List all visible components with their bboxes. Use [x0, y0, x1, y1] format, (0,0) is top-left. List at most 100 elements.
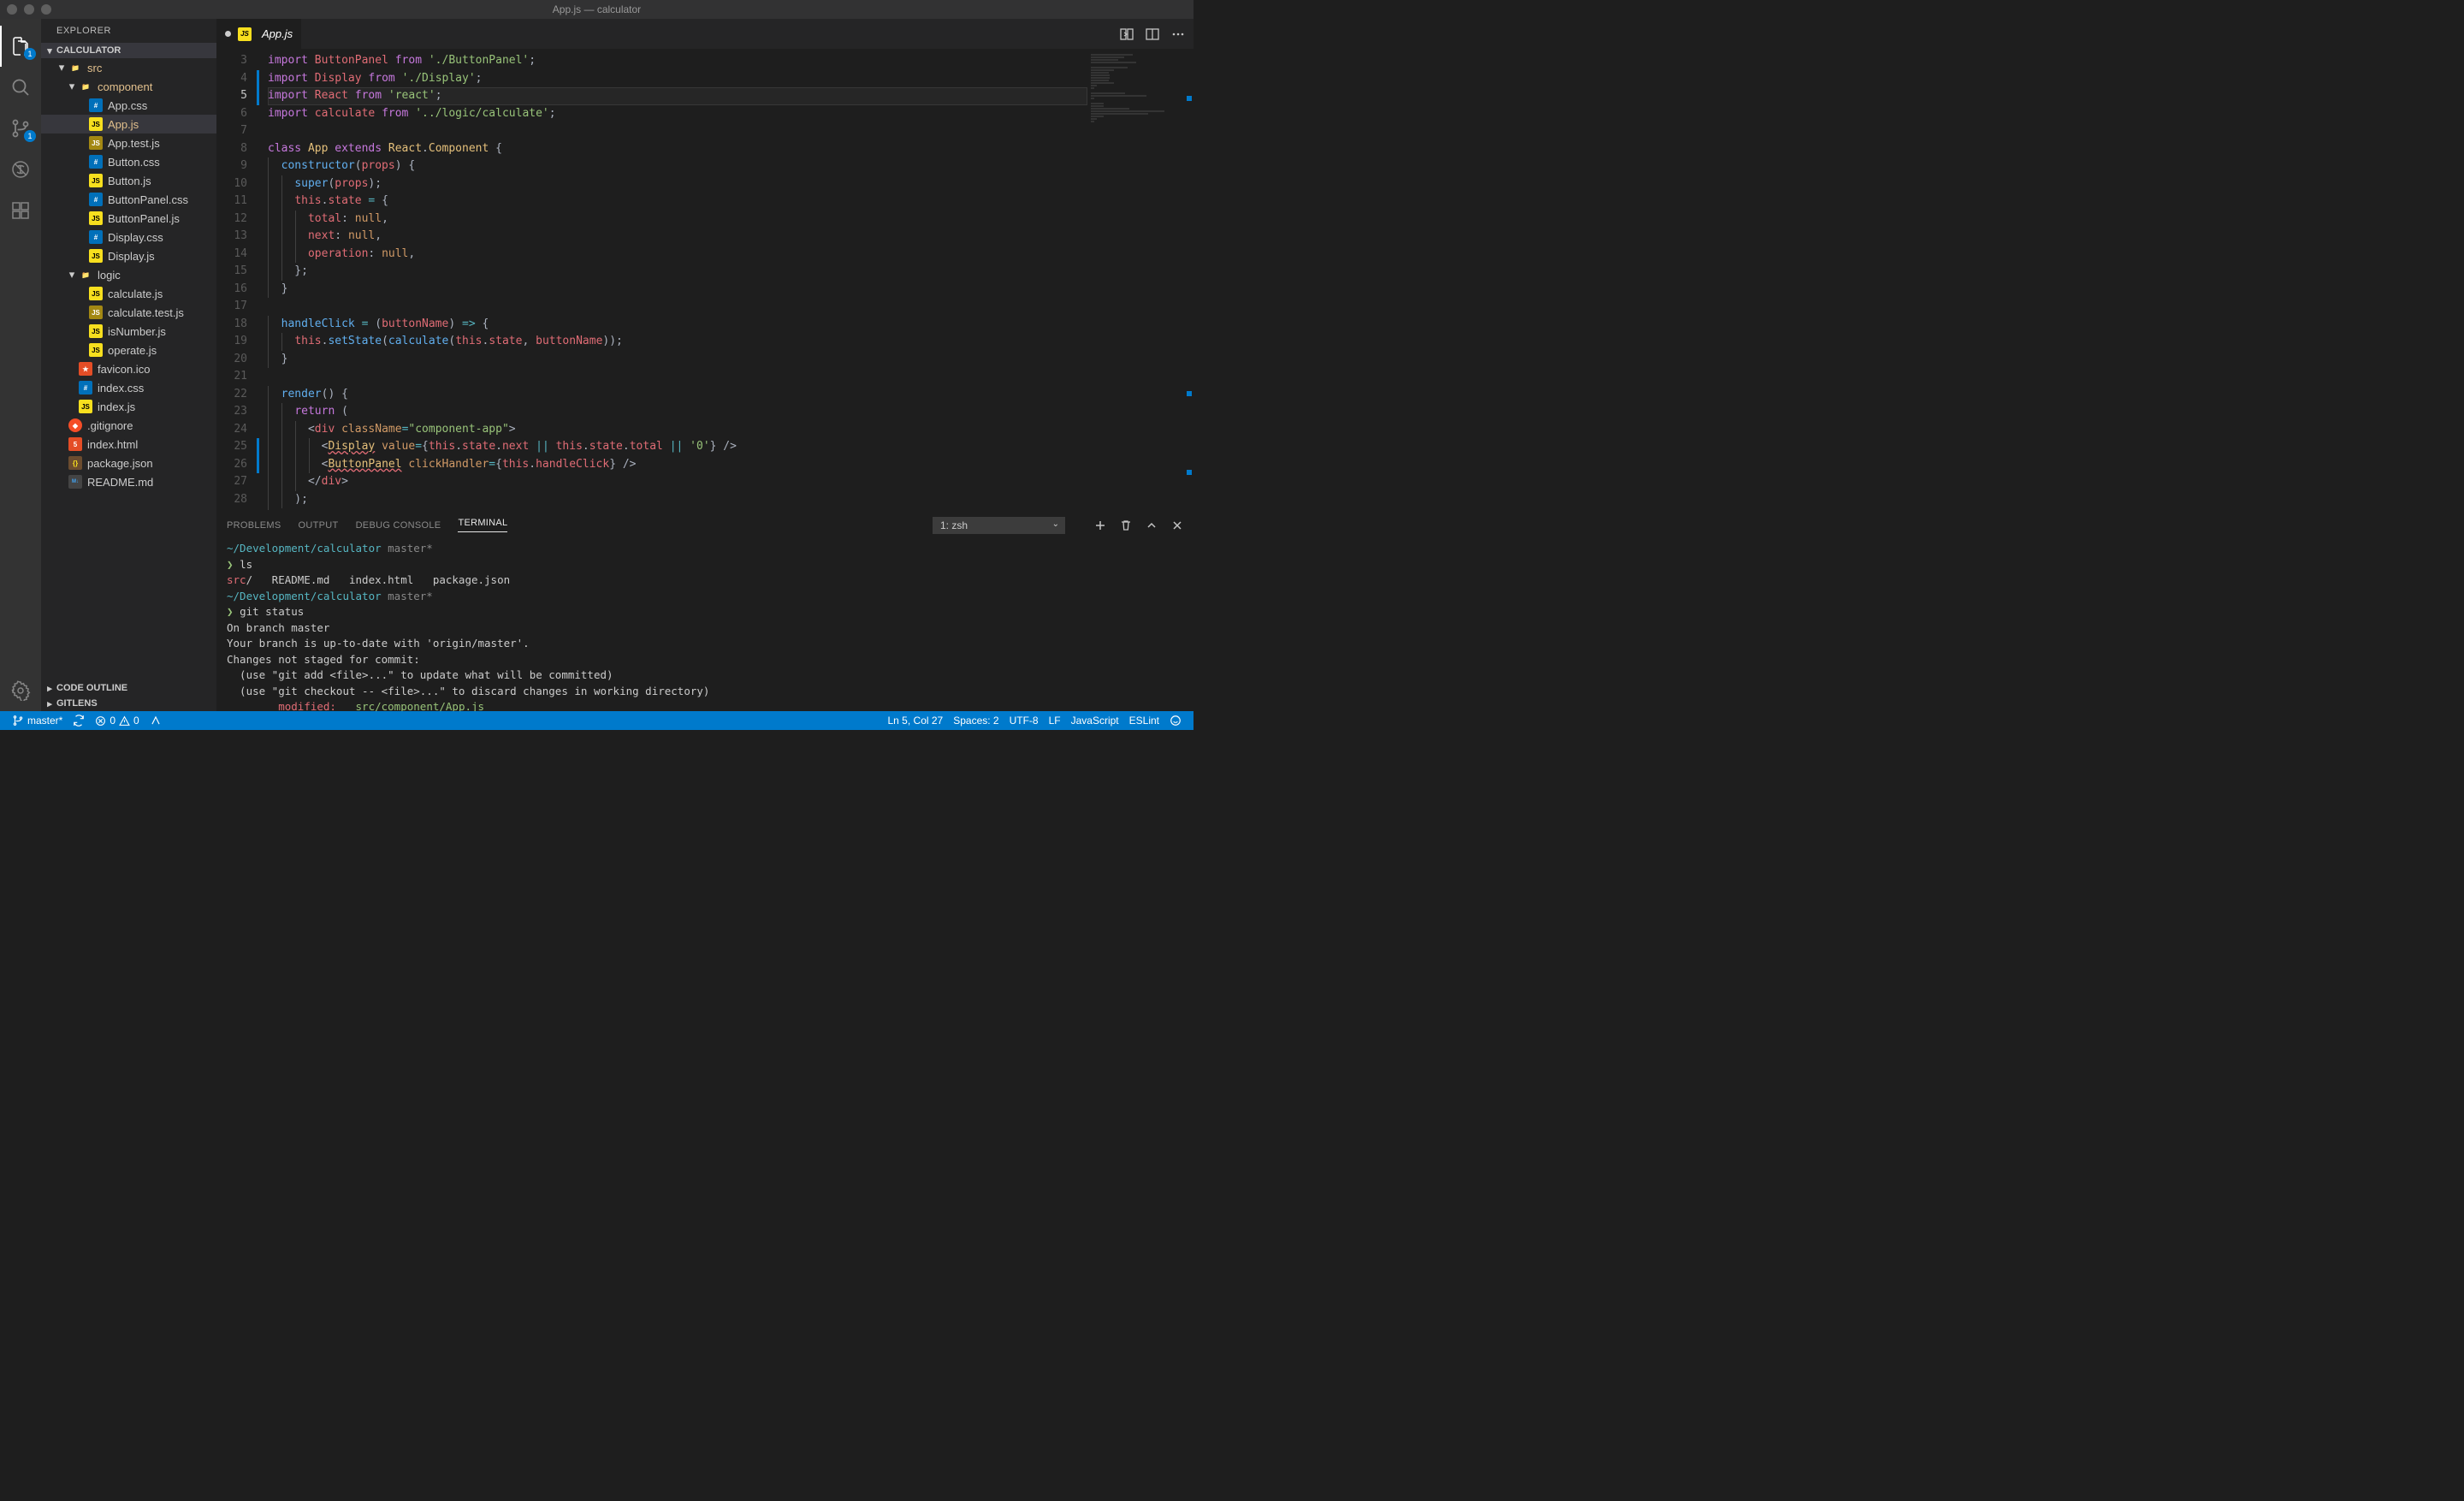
tree-file[interactable]: JSDisplay.js [41, 246, 216, 265]
tree-file[interactable]: JSindex.js [41, 397, 216, 416]
line-number-gutter: 3456789101112131415161718192021222324252… [216, 49, 259, 510]
bottom-panel: PROBLEMS OUTPUT DEBUG CONSOLE TERMINAL 1… [216, 510, 1194, 711]
tree-file[interactable]: JSApp.test.js [41, 133, 216, 152]
tabs-row: JS App.js [216, 19, 1194, 49]
minimap[interactable] [1087, 49, 1182, 510]
editor-body[interactable]: 3456789101112131415161718192021222324252… [216, 49, 1194, 510]
tree-folder[interactable]: ▾📁src [41, 58, 216, 77]
close-window-button[interactable] [7, 4, 17, 15]
status-encoding[interactable]: UTF-8 [1004, 715, 1044, 727]
statusbar: master* 0 0 Ln 5, Col 27 Spaces: 2 UTF-8… [0, 711, 1194, 730]
tab-label: App.js [262, 27, 293, 40]
tree-folder[interactable]: ▾📁component [41, 77, 216, 96]
smiley-icon [1170, 715, 1182, 727]
error-icon [95, 715, 106, 727]
tree-file[interactable]: #ButtonPanel.css [41, 190, 216, 209]
chevron-down-icon: ▾ [56, 62, 67, 73]
panel-tab-problems[interactable]: PROBLEMS [227, 520, 281, 531]
sidebar: EXPLORER ▾ CALCULATOR ▾📁src▾📁component#A… [41, 19, 216, 711]
kill-terminal-icon[interactable] [1120, 519, 1132, 531]
status-eol[interactable]: LF [1044, 715, 1066, 727]
warning-icon [119, 715, 130, 727]
root-folder-name: CALCULATOR [56, 45, 121, 56]
activity-explorer[interactable]: 1 [0, 26, 41, 67]
activity-source-control[interactable]: 1 [0, 108, 41, 149]
panel-tab-terminal[interactable]: TERMINAL [458, 518, 507, 532]
section-header-root[interactable]: ▾ CALCULATOR [41, 43, 216, 58]
activity-debug[interactable] [0, 149, 41, 190]
terminal-content[interactable]: ~/Development/calculator master*❯ lssrc/… [216, 539, 1194, 711]
tree-file[interactable]: JSisNumber.js [41, 322, 216, 341]
tree-file[interactable]: JS Button.js [41, 171, 216, 190]
no-bug-icon [10, 159, 31, 180]
activity-settings[interactable] [0, 670, 41, 711]
tree-file[interactable]: #Display.css [41, 228, 216, 246]
tree-file[interactable]: ◆ .gitignore [41, 416, 216, 435]
tree-file[interactable]: #App.css [41, 96, 216, 115]
js-file-icon: JS [89, 249, 103, 263]
terminal-selector-value: 1: zsh [940, 519, 968, 531]
activity-search[interactable] [0, 67, 41, 108]
tree-file[interactable]: JScalculate.test.js [41, 303, 216, 322]
status-sync[interactable] [68, 715, 90, 727]
tree-item-label: package.json [87, 457, 153, 470]
status-live-server[interactable] [145, 715, 167, 727]
tree-file[interactable]: 5index.html [41, 435, 216, 454]
tree-file[interactable]: JScalculate.js [41, 284, 216, 303]
error-count: 0 [110, 715, 116, 727]
status-problems[interactable]: 0 0 [90, 715, 144, 727]
section-code-outline[interactable]: ▸ CODE OUTLINE [41, 680, 216, 696]
panel-tab-debug-console[interactable]: DEBUG CONSOLE [356, 520, 441, 531]
more-actions-icon[interactable] [1171, 27, 1185, 41]
sync-icon [73, 715, 85, 727]
tree-file[interactable]: #index.css [41, 378, 216, 397]
tree-item-label: .gitignore [87, 419, 133, 432]
tree-file[interactable]: #Button.css [41, 152, 216, 171]
overview-ruler[interactable] [1182, 49, 1194, 510]
status-indentation[interactable]: Spaces: 2 [948, 715, 1004, 727]
maximize-window-button[interactable] [41, 4, 51, 15]
tree-file[interactable]: {} package.json [41, 454, 216, 472]
test-file-icon: JS [89, 306, 103, 319]
js-file-icon: JS [89, 324, 103, 338]
panel-tab-output[interactable]: OUTPUT [299, 520, 339, 531]
close-panel-icon[interactable] [1171, 519, 1183, 531]
tree-file[interactable]: M↓README.md [41, 472, 216, 491]
tree-folder[interactable]: ▾📁logic [41, 265, 216, 284]
activity-extensions[interactable] [0, 190, 41, 231]
branch-name: master* [27, 715, 62, 727]
tree-item-label: Display.css [108, 231, 163, 244]
css-file-icon: # [89, 155, 103, 169]
code-content[interactable]: import ButtonPanel from './ButtonPanel';… [259, 49, 1087, 510]
tree-file[interactable]: JSButtonPanel.js [41, 209, 216, 228]
status-language-mode[interactable]: JavaScript [1066, 715, 1124, 727]
tree-item-label: Button.js [108, 175, 151, 187]
chevron-down-icon: ▾ [44, 45, 55, 56]
chevron-right-icon: ▸ [44, 683, 55, 693]
split-editor-icon[interactable] [1146, 27, 1159, 41]
section-gitlens[interactable]: ▸ GITLENS [41, 696, 216, 711]
tree-item-label: App.css [108, 99, 147, 112]
tree-file[interactable]: ★favicon.ico [41, 359, 216, 378]
new-terminal-icon[interactable] [1094, 519, 1106, 531]
git-branch-icon [12, 715, 24, 727]
minimize-window-button[interactable] [24, 4, 34, 15]
maximize-panel-icon[interactable] [1146, 519, 1158, 531]
editor-tab-app-js[interactable]: JS App.js [216, 19, 302, 49]
terminal-selector[interactable]: 1: zsh ⌄ [933, 517, 1065, 534]
explorer-badge: 1 [24, 48, 36, 60]
css-file-icon: # [79, 381, 92, 395]
compare-changes-icon[interactable] [1120, 27, 1134, 41]
tree-file[interactable]: JSoperate.js [41, 341, 216, 359]
js-file-icon: JS [89, 174, 103, 187]
status-cursor-position[interactable]: Ln 5, Col 27 [883, 715, 949, 727]
git-file-icon: ◆ [68, 418, 82, 432]
tree-file[interactable]: JSApp.js [41, 115, 216, 133]
dirty-indicator-icon [225, 31, 231, 37]
section-label: CODE OUTLINE [56, 683, 127, 693]
activity-bar: 1 1 [0, 19, 41, 711]
status-feedback[interactable] [1164, 715, 1187, 727]
json-file-icon: {} [68, 456, 82, 470]
status-git-branch[interactable]: master* [7, 715, 68, 727]
status-eslint[interactable]: ESLint [1124, 715, 1164, 727]
